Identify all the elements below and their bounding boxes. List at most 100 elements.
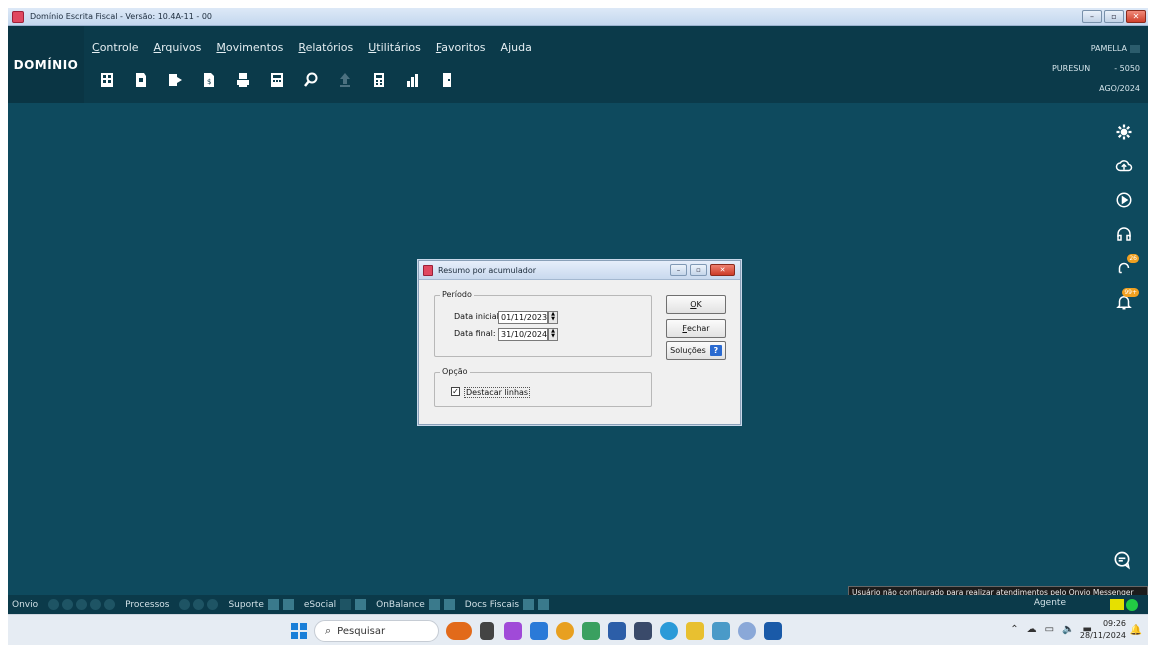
taskbar-browser-icon[interactable] [738, 622, 756, 640]
processos-item[interactable]: Processos [125, 599, 219, 610]
toolbar-calc-icon[interactable] [264, 68, 290, 92]
toolbar-calculator-icon[interactable] [366, 68, 392, 92]
network-icon[interactable]: ▭ [1045, 624, 1054, 635]
dialog-maximize-button[interactable]: ▫ [690, 264, 707, 276]
taskbar-copilot-icon[interactable] [504, 622, 522, 640]
taskbar-edge-icon[interactable] [660, 622, 678, 640]
user-name: PAMELLA [1090, 44, 1127, 53]
windows-taskbar: ⌕ Pesquisar ⌃ ☁ ▭ 🔈 ▬ 09:26 28/11/2024 🔔 [8, 614, 1148, 645]
menu-relatorios[interactable]: Relatórios [298, 41, 353, 54]
period: AGO/2024 [1099, 84, 1140, 93]
taskbar-chrome-icon[interactable] [556, 622, 574, 640]
search-icon: ⌕ [325, 624, 332, 637]
toolbar-print-icon[interactable] [230, 68, 256, 92]
agente-label: Agente [1033, 598, 1066, 608]
toolbar-chart-icon[interactable] [400, 68, 426, 92]
maximize-button[interactable]: ▫ [1104, 10, 1124, 23]
taskbar-snipping-icon[interactable] [712, 622, 730, 640]
gear-icon[interactable] [1114, 122, 1134, 142]
toolbar-companies-icon[interactable] [94, 68, 120, 92]
toolbar-entries-icon[interactable] [128, 68, 154, 92]
menu-ajuda[interactable]: Ajuda [501, 41, 532, 54]
data-final-spinner[interactable]: ▲ ▼ [548, 328, 558, 341]
svg-text:$: $ [207, 78, 211, 86]
docs-fiscais-item[interactable]: Docs Fiscais [465, 599, 550, 610]
app-header: DOMÍNIO Controle Arquivos Movimentos Rel… [8, 26, 1148, 103]
destacar-linhas-label[interactable]: Destacar linhas [464, 387, 531, 398]
taskbar-widget-icon[interactable] [446, 622, 472, 640]
toolbar-upload-icon [332, 68, 358, 92]
toolbar-services-icon[interactable]: $ [196, 68, 222, 92]
minimize-button[interactable]: – [1082, 10, 1102, 23]
periodo-group: Período Data inicial: 01/11/2023 ▲ ▼ Data… [434, 290, 652, 357]
bell-icon[interactable]: 99+ [1114, 288, 1139, 312]
user-info: PAMELLA PURESUN - 5050 AGO/2024 [1028, 39, 1140, 99]
window-title: Domínio Escrita Fiscal - Versão: 10.4A-1… [30, 12, 213, 21]
data-final-label: Data final: [454, 329, 496, 338]
data-inicial-spinner[interactable]: ▲ ▼ [548, 311, 558, 324]
solucoes-button[interactable]: Soluções? [666, 341, 726, 360]
company-name: PURESUN [1051, 64, 1091, 73]
brand-logo: DOMÍNIO [8, 26, 84, 103]
opcao-group: Opção ✓ Destacar linhas [434, 367, 652, 407]
dialog-title: Resumo por acumulador [438, 265, 537, 275]
menu-favoritos[interactable]: Favoritos [436, 41, 486, 54]
onedrive-icon[interactable]: ☁ [1027, 624, 1037, 635]
resumo-acumulador-dialog: Resumo por acumulador – ▫ ✕ Período Data… [418, 260, 741, 425]
periodo-label: Período [440, 290, 474, 299]
taskbar-explorer-icon[interactable] [686, 622, 704, 640]
headset-icon[interactable] [1114, 224, 1134, 244]
support-icon[interactable]: 26 [1114, 254, 1139, 278]
taskbar-slack-icon[interactable] [582, 622, 600, 640]
menu-utilitarios[interactable]: Utilitários [368, 41, 421, 54]
menu-bar: Controle Arquivos Movimentos Relatórios … [92, 41, 532, 54]
right-sidebar: 26 99+ [1114, 122, 1139, 312]
esocial-item[interactable]: eSocial [304, 599, 367, 610]
agente-status-icon [1110, 599, 1124, 610]
data-inicial-input[interactable]: 01/11/2023 [498, 311, 548, 324]
company-code: - 5050 [1114, 64, 1140, 73]
taskbar-clock[interactable]: 09:26 28/11/2024 [1080, 618, 1126, 642]
onvio-item[interactable]: Onvio [12, 599, 116, 610]
toolbar-exits-icon[interactable] [162, 68, 188, 92]
help-icon: ? [709, 345, 722, 356]
chat-icon[interactable] [1112, 550, 1132, 570]
toolbar: $ [94, 68, 460, 92]
ok-button[interactable]: OK [666, 295, 726, 314]
fechar-button[interactable]: Fechar [666, 319, 726, 338]
taskbar-taskview-icon[interactable] [480, 622, 494, 640]
play-circle-icon[interactable] [1114, 190, 1134, 210]
opcao-label: Opção [440, 367, 470, 376]
chevron-up-icon[interactable]: ⌃ [1010, 624, 1018, 635]
dialog-app-icon [423, 264, 433, 276]
taskbar-word-icon[interactable] [764, 622, 782, 640]
dialog-close-button[interactable]: ✕ [710, 264, 735, 276]
taskbar-notepad-icon[interactable] [608, 622, 626, 640]
search-icon[interactable] [298, 68, 324, 92]
bottom-status-bar: Onvio Processos Suporte eSocial OnBalanc… [8, 595, 1148, 614]
data-inicial-label: Data inicial: [454, 312, 502, 321]
windows-start-icon[interactable] [291, 623, 307, 639]
taskbar-teams-icon[interactable] [530, 622, 548, 640]
cloud-upload-icon[interactable] [1114, 156, 1134, 176]
volume-icon[interactable]: 🔈 [1062, 624, 1074, 635]
notification-bell-icon[interactable]: 🔔 [1130, 625, 1142, 636]
toolbar-exit-door-icon[interactable] [434, 68, 460, 92]
avatar [1130, 44, 1140, 53]
close-button[interactable]: ✕ [1126, 10, 1146, 23]
menu-arquivos[interactable]: Arquivos [154, 41, 202, 54]
support-badge: 26 [1127, 254, 1139, 263]
notification-badge: 99+ [1122, 288, 1139, 297]
taskbar-search[interactable]: ⌕ Pesquisar [314, 620, 439, 642]
app-icon [12, 10, 24, 23]
destacar-linhas-checkbox[interactable]: ✓ [451, 387, 460, 396]
data-final-input[interactable]: 31/10/2024 [498, 328, 548, 341]
onbalance-item[interactable]: OnBalance [376, 599, 455, 610]
clock-date: 28/11/2024 [1079, 631, 1126, 640]
dialog-minimize-button[interactable]: – [670, 264, 687, 276]
taskbar-calculator-icon[interactable] [634, 622, 652, 640]
window-titlebar: Domínio Escrita Fiscal - Versão: 10.4A-1… [8, 8, 1148, 26]
suporte-item[interactable]: Suporte [228, 599, 294, 610]
menu-movimentos[interactable]: Movimentos [216, 41, 283, 54]
menu-controle[interactable]: Controle [92, 41, 139, 54]
